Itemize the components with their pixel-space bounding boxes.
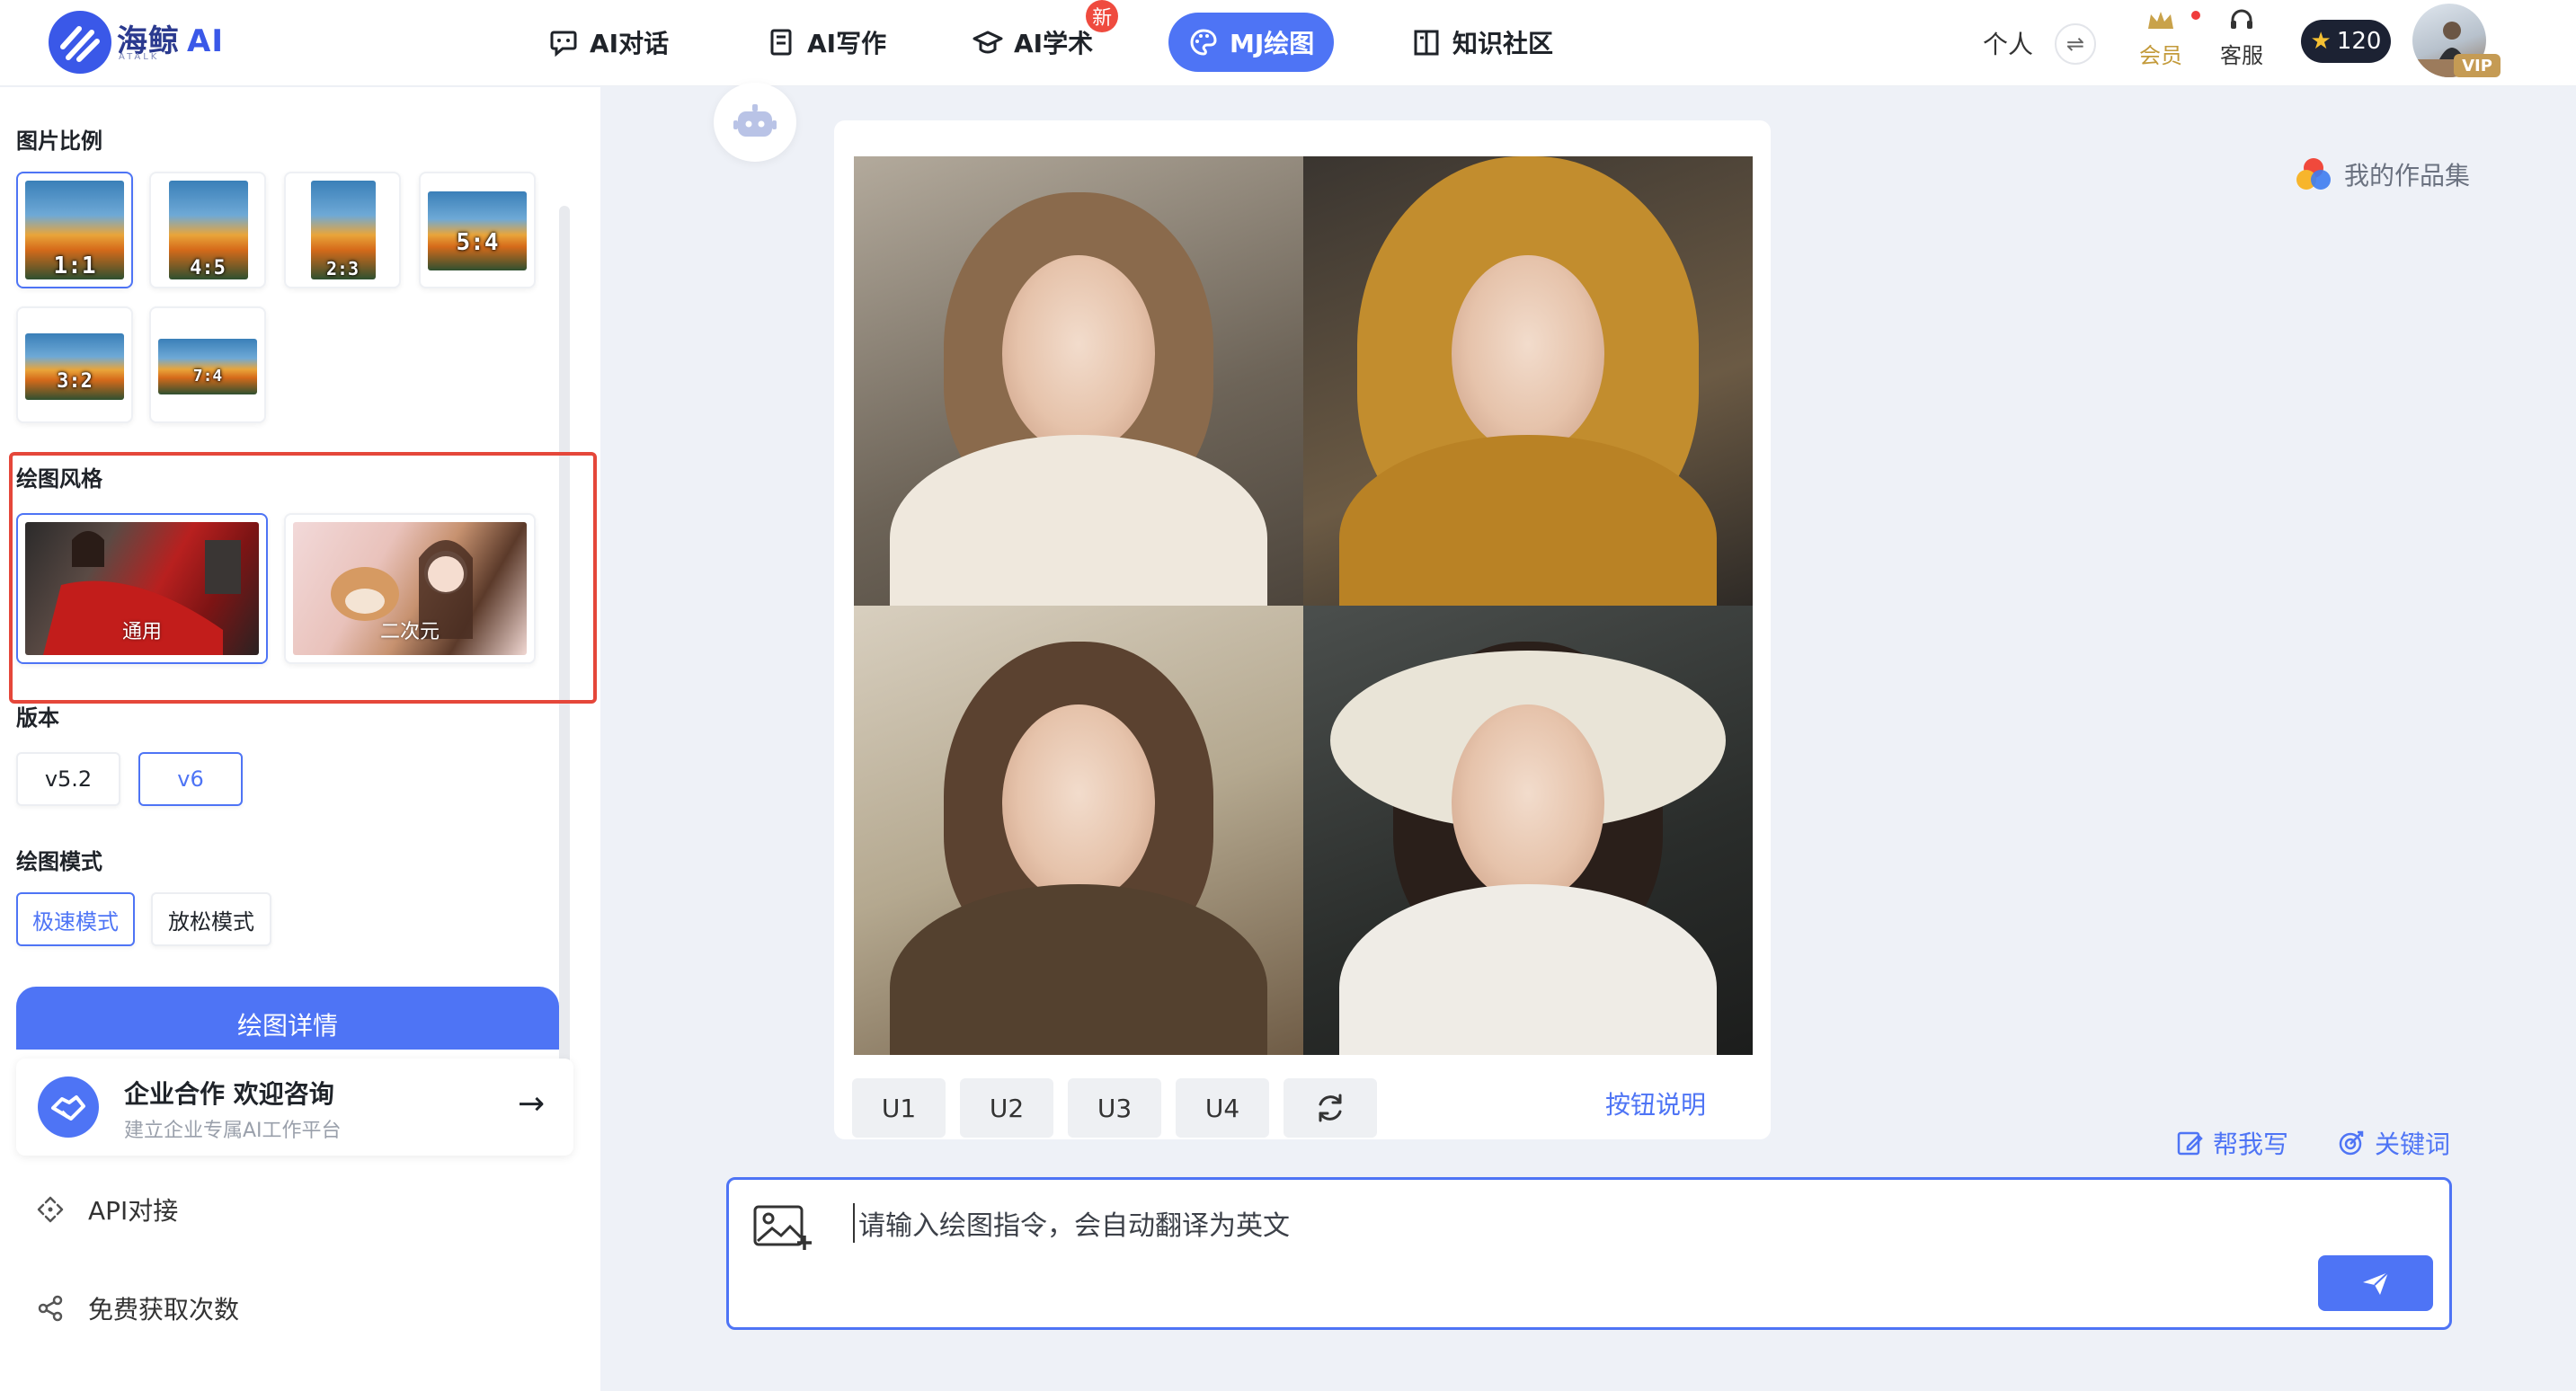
refresh-icon xyxy=(1319,1094,1342,1122)
personal-link[interactable]: 个人 xyxy=(1983,25,2033,61)
new-badge: 新 xyxy=(1086,0,1119,32)
upscale-u4-button[interactable]: U4 xyxy=(1176,1078,1269,1138)
ratio-label: 1:1 xyxy=(53,253,96,279)
nav-ai-writing[interactable]: AI写作 xyxy=(746,13,906,72)
customer-service-link[interactable]: 客服 xyxy=(2215,7,2269,69)
ratio-option-5-4[interactable]: 5:4 xyxy=(419,172,536,288)
works-collection-icon xyxy=(2296,158,2331,190)
brand-ai-text: AI xyxy=(187,23,224,59)
ratio-label: 2:3 xyxy=(325,258,360,279)
ratio-option-7-4[interactable]: 7:4 xyxy=(149,306,266,423)
ratio-option-2-3[interactable]: 2:3 xyxy=(284,172,401,288)
mode-option-relax[interactable]: 放松模式 xyxy=(151,892,271,946)
brand-subtitle: ATALK xyxy=(119,52,160,62)
member-label: 会员 xyxy=(2139,43,2182,68)
service-label: 客服 xyxy=(2220,43,2263,68)
ratio-section-title: 图片比例 xyxy=(16,128,102,154)
enterprise-cooperation-card[interactable]: 企业合作 欢迎咨询 建立企业专属AI工作平台 → xyxy=(16,1059,573,1156)
keywords-label: 关键词 xyxy=(2375,1130,2451,1159)
arrow-right-icon: → xyxy=(518,1085,546,1122)
nav-ai-writing-label: AI写作 xyxy=(807,29,887,58)
upscale-u1-button[interactable]: U1 xyxy=(852,1078,946,1138)
api-integration-link[interactable]: API对接 xyxy=(36,1192,178,1227)
palette-icon xyxy=(1190,29,1217,56)
ratio-label: 5:4 xyxy=(456,229,499,256)
handshake-icon xyxy=(38,1076,99,1138)
reroll-button[interactable] xyxy=(1284,1078,1377,1138)
my-works-link[interactable]: 我的作品集 xyxy=(2294,155,2470,194)
nav-ai-academic[interactable]: AI学术 新 xyxy=(953,0,1119,72)
send-icon xyxy=(2363,1271,2389,1295)
nav-ai-chat-label: AI对话 xyxy=(590,29,670,58)
ratio-option-3-2[interactable]: 3:2 xyxy=(16,306,133,423)
mortarboard-icon xyxy=(973,31,1003,54)
prompt-input[interactable]: 请输入绘图指令，会自动翻译为英文 xyxy=(853,1203,1290,1243)
drawing-details-button[interactable]: 绘图详情 xyxy=(16,987,559,1050)
nav-knowledge-community-label: 知识社区 xyxy=(1452,29,1554,58)
bot-avatar xyxy=(714,83,796,162)
api-icon xyxy=(37,1196,64,1223)
free-credits-link[interactable]: 免费获取次数 xyxy=(36,1290,239,1326)
top-header: 海鲸 AI ATALK AI对话 AI写作 AI学术 新 MJ绘图 知识社区 个人… xyxy=(0,0,2576,86)
api-link-label: API对接 xyxy=(88,1196,179,1226)
help-write-label: 帮我写 xyxy=(2213,1130,2289,1159)
ratio-label: 7:4 xyxy=(192,367,223,385)
book-icon xyxy=(1414,30,1439,56)
notebook-icon xyxy=(770,29,792,56)
notification-dot xyxy=(2191,11,2200,20)
send-button[interactable] xyxy=(2318,1255,2433,1311)
nav-mj-drawing-label: MJ绘图 xyxy=(1230,29,1315,58)
upscale-u2-button[interactable]: U2 xyxy=(960,1078,1053,1138)
nav-knowledge-community[interactable]: 知识社区 xyxy=(1391,13,1573,72)
version-section-title: 版本 xyxy=(16,705,59,731)
share-icon xyxy=(38,1295,63,1322)
ratio-label: 4:5 xyxy=(190,257,226,279)
points-badge[interactable]: ★ 120 xyxy=(2301,20,2391,63)
mode-section-title: 绘图模式 xyxy=(16,849,102,874)
target-icon xyxy=(2339,1130,2364,1156)
generated-image-1[interactable] xyxy=(854,156,1303,606)
ratio-option-1-1[interactable]: 1:1 xyxy=(16,172,133,288)
chat-icon xyxy=(550,31,577,58)
coop-title: 企业合作 欢迎咨询 xyxy=(124,1079,334,1109)
highlight-box xyxy=(9,452,597,704)
prompt-input-box[interactable]: 请输入绘图指令，会自动翻译为英文 xyxy=(726,1177,2452,1330)
edit-icon xyxy=(2177,1131,2203,1156)
points-value: 120 xyxy=(2336,28,2382,55)
version-option-v6[interactable]: v6 xyxy=(138,752,243,806)
my-works-label: 我的作品集 xyxy=(2344,161,2471,190)
headset-icon xyxy=(2231,9,2252,29)
robot-icon xyxy=(733,104,777,137)
star-icon: ★ xyxy=(2310,28,2332,55)
ratio-label: 3:2 xyxy=(57,370,93,393)
coop-subtitle: 建立企业专属AI工作平台 xyxy=(124,1120,342,1142)
button-help-link[interactable]: 按钮说明 xyxy=(1605,1085,1706,1121)
nav-ai-chat[interactable]: AI对话 xyxy=(529,13,688,72)
nav-ai-academic-label: AI学术 xyxy=(1014,29,1094,58)
crown-icon xyxy=(2148,12,2173,29)
generated-image-grid[interactable] xyxy=(854,156,1753,1055)
upscale-u3-button[interactable]: U3 xyxy=(1068,1078,1161,1138)
ratio-option-4-5[interactable]: 4:5 xyxy=(149,172,266,288)
nav-mj-drawing[interactable]: MJ绘图 xyxy=(1168,13,1335,72)
mode-option-fast[interactable]: 极速模式 xyxy=(16,892,135,946)
help-write-button[interactable]: 帮我写 xyxy=(2175,1125,2288,1161)
generated-image-3[interactable] xyxy=(854,606,1303,1055)
generated-image-4[interactable] xyxy=(1303,606,1753,1055)
generated-image-2[interactable] xyxy=(1303,156,1753,606)
switch-icon[interactable]: ⇌ xyxy=(2055,23,2096,65)
member-link[interactable]: 会员 xyxy=(2134,7,2188,69)
version-option-v5-2[interactable]: v5.2 xyxy=(16,752,120,806)
keywords-button[interactable]: 关键词 xyxy=(2337,1125,2450,1161)
image-upload-icon[interactable] xyxy=(752,1201,813,1252)
whale-logo-icon[interactable] xyxy=(49,11,111,74)
free-link-label: 免费获取次数 xyxy=(88,1295,240,1325)
vip-badge: VIP xyxy=(2454,54,2500,77)
